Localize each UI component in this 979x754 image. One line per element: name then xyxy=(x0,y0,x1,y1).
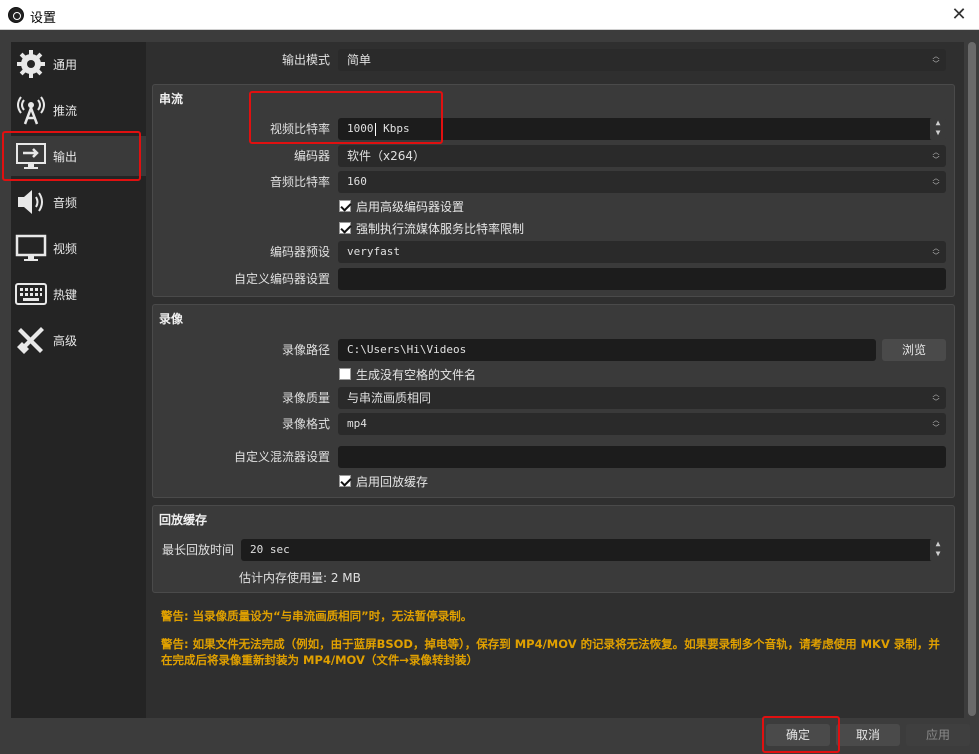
custom-encoder-settings-label: 自定义编码器设置 xyxy=(233,272,330,286)
output-mode-value: 简单 xyxy=(347,53,372,67)
sidebar-item-label: 视频 xyxy=(53,241,78,256)
updown-arrows-icon: ︿ ﹀ xyxy=(932,174,940,190)
sidebar-item-hotkeys[interactable]: 热键 xyxy=(11,274,146,314)
checkbox-unchecked[interactable] xyxy=(339,368,351,380)
updown-arrows-icon: ︿ ﹀ xyxy=(932,390,940,406)
output-mode-select[interactable]: 简单 ︿ ﹀ xyxy=(338,49,946,71)
checkbox-checked[interactable] xyxy=(339,200,351,212)
streaming-group-title: 串流 xyxy=(159,92,184,106)
monitor-icon xyxy=(13,230,49,266)
settings-sidebar: 通用 推流 输出 音频 视频 热键 高级 xyxy=(11,42,146,718)
encoder-preset-label: 编码器预设 xyxy=(269,245,330,259)
warning-pause-text: 警告: 当录像质量设为“与串流画质相同”时，无法暂停录制。 xyxy=(161,609,473,623)
enable-replay-buffer-checkbox[interactable]: 启用回放缓存 xyxy=(339,472,428,490)
browse-button[interactable]: 浏览 xyxy=(882,339,946,361)
checkbox-label: 启用回放缓存 xyxy=(356,474,429,489)
output-monitor-icon xyxy=(13,138,49,174)
checkbox-label: 启用高级编码器设置 xyxy=(356,199,465,214)
output-mode-label: 输出模式 xyxy=(281,53,330,67)
spin-arrows-icon[interactable]: ▲ ▼ xyxy=(930,118,946,140)
text-caret xyxy=(374,122,376,136)
sidebar-item-label: 热键 xyxy=(53,287,78,302)
sidebar-item-label: 通用 xyxy=(53,57,78,72)
encoder-select[interactable]: 软件（x264） ︿ ﹀ xyxy=(338,145,946,167)
recording-format-label: 录像格式 xyxy=(281,417,330,431)
audio-bitrate-value: 160 xyxy=(347,175,367,188)
apply-button[interactable]: 应用 xyxy=(906,724,970,746)
recording-path-input[interactable]: C:\Users\Hi\Videos xyxy=(338,339,876,361)
max-replay-time-label: 最长回放时间 xyxy=(161,543,234,557)
recording-format-value: mp4 xyxy=(347,417,367,430)
warning-mp4-text: 警告: 如果文件无法完成（例如，由于蓝屏BSOD，掉电等），保存到 MP4/MO… xyxy=(161,637,940,667)
recording-quality-value: 与串流画质相同 xyxy=(347,391,432,405)
custom-muxer-settings-label: 自定义混流器设置 xyxy=(233,450,330,464)
tools-icon xyxy=(13,322,49,358)
sidebar-item-audio[interactable]: 音频 xyxy=(11,182,146,222)
video-bitrate-spinbox[interactable]: 1000 Kbps ▲ ▼ xyxy=(338,118,946,140)
speaker-icon xyxy=(13,184,49,220)
recording-path-label: 录像路径 xyxy=(281,343,330,357)
window-title: 设置 xyxy=(30,11,57,26)
custom-encoder-settings-input[interactable] xyxy=(338,268,946,290)
updown-arrows-icon: ︿ ﹀ xyxy=(932,52,940,68)
recording-group-title: 录像 xyxy=(159,312,184,326)
gear-icon xyxy=(13,46,49,82)
checkbox-checked[interactable] xyxy=(339,222,351,234)
spin-arrows-icon[interactable]: ▲ ▼ xyxy=(930,539,946,561)
advanced-encoder-checkbox[interactable]: 启用高级编码器设置 xyxy=(339,197,464,215)
updown-arrows-icon: ︿ ﹀ xyxy=(932,416,940,432)
no-space-filename-checkbox[interactable]: 生成没有空格的文件名 xyxy=(339,365,476,383)
updown-arrows-icon: ︿ ﹀ xyxy=(932,148,940,164)
sidebar-item-video[interactable]: 视频 xyxy=(11,228,146,268)
keyboard-icon xyxy=(13,276,49,312)
sidebar-item-label: 推流 xyxy=(53,103,78,118)
replay-buffer-group-title: 回放缓存 xyxy=(159,513,208,527)
encoder-preset-select[interactable]: veryfast ︿ ﹀ xyxy=(338,241,946,263)
max-replay-time-spinbox[interactable]: 20 sec ▲ ▼ xyxy=(241,539,946,561)
vertical-scrollbar[interactable] xyxy=(965,42,979,718)
cancel-button[interactable]: 取消 xyxy=(836,724,900,746)
encoder-label: 编码器 xyxy=(293,149,330,163)
checkbox-label: 强制执行流媒体服务比特率限制 xyxy=(356,221,525,236)
audio-bitrate-select[interactable]: 160 ︿ ﹀ xyxy=(338,171,946,193)
sidebar-item-label: 输出 xyxy=(53,149,78,164)
video-bitrate-label: 视频比特率 xyxy=(269,122,330,136)
sidebar-item-label: 高级 xyxy=(53,333,78,348)
recording-format-select[interactable]: mp4 ︿ ﹀ xyxy=(338,413,946,435)
recording-quality-label: 录像质量 xyxy=(281,391,330,405)
updown-arrows-icon: ︿ ﹀ xyxy=(932,244,940,260)
audio-bitrate-label: 音频比特率 xyxy=(269,175,330,189)
broadcast-tower-icon xyxy=(13,92,49,128)
checkbox-label: 生成没有空格的文件名 xyxy=(356,367,477,382)
video-bitrate-unit: Kbps xyxy=(376,122,410,135)
ok-button[interactable]: 确定 xyxy=(766,724,830,746)
encoder-value: 软件（x264） xyxy=(347,149,426,163)
max-replay-time-value: 20 sec xyxy=(250,543,290,556)
sidebar-item-advanced[interactable]: 高级 xyxy=(11,320,146,360)
sidebar-item-stream[interactable]: 推流 xyxy=(11,90,146,130)
scrollbar-thumb[interactable] xyxy=(968,42,976,716)
memory-usage-text: 估计内存使用量: 2 MB xyxy=(239,571,361,585)
title-bar: 设置 ✕ xyxy=(0,0,979,30)
sidebar-item-output[interactable]: 输出 xyxy=(11,136,146,176)
enforce-bitrate-checkbox[interactable]: 强制执行流媒体服务比特率限制 xyxy=(339,219,524,237)
obs-logo-icon xyxy=(8,7,24,23)
sidebar-item-general[interactable]: 通用 xyxy=(11,44,146,84)
sidebar-item-label: 音频 xyxy=(53,195,78,210)
checkbox-checked[interactable] xyxy=(339,475,351,487)
recording-quality-select[interactable]: 与串流画质相同 ︿ ﹀ xyxy=(338,387,946,409)
custom-muxer-settings-input[interactable] xyxy=(338,446,946,468)
video-bitrate-value: 1000 xyxy=(347,122,374,135)
close-icon[interactable]: ✕ xyxy=(947,3,971,27)
encoder-preset-value: veryfast xyxy=(347,245,400,258)
